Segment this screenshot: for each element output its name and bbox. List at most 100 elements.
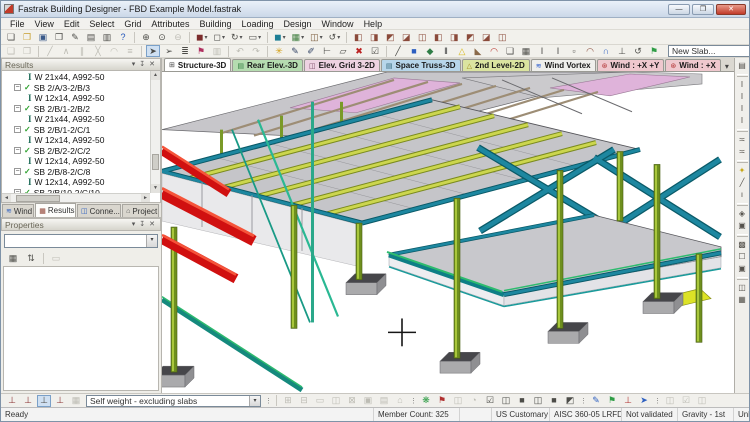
help-icon[interactable]: ?: [116, 31, 130, 43]
arch-tool-icon[interactable]: ◠: [583, 45, 597, 57]
cube-view-2-icon[interactable]: ◨: [367, 31, 381, 43]
results-menu-icon[interactable]: ▾: [130, 59, 138, 70]
menu-select[interactable]: Select: [84, 18, 119, 30]
menu-window[interactable]: Window: [317, 18, 359, 30]
column-view-icon[interactable]: I: [736, 91, 749, 103]
cube-view-8-icon[interactable]: ◩: [463, 31, 477, 43]
line-tool-icon[interactable]: ╱: [43, 45, 57, 57]
load-red-icon[interactable]: ⊥: [621, 395, 635, 407]
slab-tool-icon[interactable]: ◆: [423, 45, 437, 57]
toolbar-overflow-icon[interactable]: ⋮: [654, 397, 661, 405]
deflection-view-icon[interactable]: ≍: [736, 134, 749, 146]
tree-vertical-scrollbar[interactable]: ▲ ▼: [150, 71, 160, 193]
properties-close-icon[interactable]: ✕: [147, 219, 157, 230]
new-slab-combo[interactable]: New Slab... ▾: [668, 45, 749, 57]
paste-grid-icon[interactable]: ❒: [20, 45, 34, 57]
toolbar-overflow-icon[interactable]: ⋮: [410, 397, 417, 405]
tree-row[interactable]: IW 12x14, A992-50: [2, 135, 150, 146]
highlight-icon[interactable]: ✦: [736, 165, 749, 177]
cube-view-7-icon[interactable]: ◨: [447, 31, 461, 43]
home-view-icon[interactable]: ⌂: [393, 395, 407, 407]
node-tool-icon[interactable]: ▫: [567, 45, 581, 57]
cube-view-1-icon[interactable]: ◧: [351, 31, 365, 43]
view-tab-wind-x-y[interactable]: ⊛ Wind : +X +Y: [596, 59, 665, 71]
progress-icon[interactable]: ◔: [467, 395, 481, 407]
result-view-3-icon[interactable]: ■: [515, 395, 529, 407]
view-3d-icon[interactable]: ◼ ▾: [194, 31, 210, 43]
shade-mode-icon[interactable]: ▣: [736, 220, 749, 232]
tree-hscroll-thumb[interactable]: [16, 194, 60, 202]
angle-tool-icon[interactable]: ∧: [59, 45, 73, 57]
loadcase-arrow-icon[interactable]: ▾: [249, 395, 260, 406]
moment-view-icon[interactable]: ≍: [736, 146, 749, 158]
expander-icon[interactable]: −: [14, 84, 21, 92]
annotate-icon[interactable]: ✎: [589, 395, 603, 407]
validate-icon[interactable]: ☑: [368, 45, 382, 57]
close-button[interactable]: ✕: [716, 3, 746, 15]
orbit-icon[interactable]: ↺ ▾: [327, 31, 343, 43]
tree-row[interactable]: − ✓ SB 2/B/1-2/B/2: [2, 104, 150, 115]
properties-selector[interactable]: ▾: [4, 234, 158, 248]
copy-grid-icon[interactable]: ❑: [4, 45, 18, 57]
menu-design[interactable]: Design: [279, 18, 317, 30]
load-table-icon[interactable]: ▦: [69, 395, 83, 407]
report-1-icon[interactable]: ◫: [663, 395, 677, 407]
view-tab-wind-vortex[interactable]: ≋ Wind Vortex: [530, 59, 596, 71]
zoom-window-icon[interactable]: ⊙: [155, 31, 169, 43]
property-pages-icon[interactable]: ▭: [48, 253, 64, 265]
select-area-icon[interactable]: ➢: [162, 45, 176, 57]
scroll-left-icon[interactable]: ◄: [2, 194, 11, 202]
result-view-1-icon[interactable]: ☑: [483, 395, 497, 407]
grid-toggle-icon[interactable]: ▩: [736, 239, 749, 251]
plate-tool-icon[interactable]: ❏: [503, 45, 517, 57]
undo-icon[interactable]: ↶: [233, 45, 247, 57]
screen-view-icon[interactable]: ▭ ▾: [247, 31, 264, 43]
menu-attributes[interactable]: Attributes: [146, 18, 194, 30]
beam-view-icon[interactable]: I: [736, 79, 749, 91]
edit-member-icon[interactable]: ✎: [288, 45, 302, 57]
cube-view-10-icon[interactable]: ◫: [495, 31, 509, 43]
tree-row[interactable]: IW 21x44, A992-50: [2, 72, 150, 83]
arc-member-icon[interactable]: ◠: [487, 45, 501, 57]
properties-pin-icon[interactable]: ↧: [137, 219, 147, 230]
export-icon[interactable]: ❒: [52, 31, 66, 43]
info-icon[interactable]: ı: [736, 189, 749, 201]
save-icon[interactable]: ▣: [36, 31, 50, 43]
loadcase-combo[interactable]: Self weight - excluding slabs ▾: [86, 394, 261, 407]
view-tab-wind-x[interactable]: ⊛ Wind : +X: [665, 59, 721, 71]
results-close-icon[interactable]: ✕: [147, 59, 157, 70]
mesh-toggle-icon[interactable]: ▦: [736, 294, 749, 306]
result-view-4-icon[interactable]: ◫: [531, 395, 545, 407]
pointer-icon[interactable]: ➤: [637, 395, 651, 407]
box-select-icon[interactable]: ▣: [361, 395, 375, 407]
render-mode-icon[interactable]: ◈: [736, 208, 749, 220]
view-tab-rear-elev-3d[interactable]: ▤ Rear Elev.-3D: [232, 59, 303, 71]
print-icon[interactable]: ▥: [100, 31, 114, 43]
title-bar[interactable]: Fastrak Building Designer - FBD Example …: [1, 1, 749, 18]
categorize-icon[interactable]: ▦: [5, 253, 21, 265]
expander-icon[interactable]: −: [14, 168, 21, 176]
menu-grid[interactable]: Grid: [119, 18, 146, 30]
erase-icon[interactable]: ▱: [336, 45, 350, 57]
tree-row[interactable]: − ✓ SB 2/B/1-2/C/1: [2, 125, 150, 136]
panel-tab-conne[interactable]: ◫ Conne...: [77, 204, 122, 217]
tree-row[interactable]: IW 12x14, A992-50: [2, 177, 150, 188]
cube-view-9-icon[interactable]: ◪: [479, 31, 493, 43]
toolbar-overflow-icon[interactable]: ⋮: [265, 397, 272, 405]
copy-icon[interactable]: ▤: [84, 31, 98, 43]
tree-horizontal-scrollbar[interactable]: ◄ ►: [2, 193, 150, 202]
panel-tab-wind[interactable]: ≋ Wind: [2, 204, 35, 217]
report-2-icon[interactable]: ☑: [679, 395, 693, 407]
flag-green-icon[interactable]: ⚑: [605, 395, 619, 407]
toolbar-overflow-icon[interactable]: ⋮: [580, 397, 587, 405]
tree-row[interactable]: − ✓ SB 2/A/3-2/B/3: [2, 83, 150, 94]
load-view-icon[interactable]: ⊥: [21, 395, 35, 407]
grid-tool-icon[interactable]: ▦: [519, 45, 533, 57]
zoom-in-icon[interactable]: ⊕: [139, 31, 153, 43]
pan-icon[interactable]: ⊞: [281, 395, 295, 407]
view-tab-2nd-level-2d[interactable]: △ 2nd Level-2D: [461, 59, 530, 71]
properties-selector-arrow-icon[interactable]: ▾: [146, 235, 157, 247]
menu-loading[interactable]: Loading: [236, 18, 278, 30]
frame-toggle-icon[interactable]: ☐: [736, 251, 749, 263]
scroll-down-icon[interactable]: ▼: [151, 184, 160, 193]
